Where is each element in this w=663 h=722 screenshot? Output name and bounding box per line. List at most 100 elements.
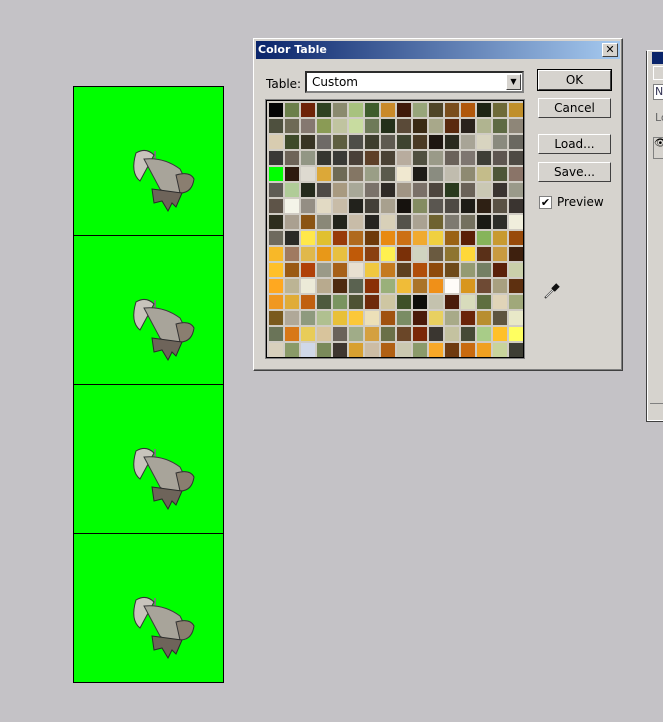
color-swatch[interactable] — [461, 215, 475, 229]
panel-field[interactable]: N — [653, 84, 663, 100]
color-swatch[interactable] — [429, 183, 443, 197]
color-swatch[interactable] — [461, 311, 475, 325]
cancel-button[interactable]: Cancel — [538, 98, 611, 118]
color-swatch[interactable] — [429, 263, 443, 277]
color-swatch[interactable] — [397, 103, 411, 117]
color-swatch[interactable] — [381, 311, 395, 325]
color-swatch[interactable] — [365, 343, 379, 357]
color-swatch[interactable] — [509, 247, 523, 261]
color-swatch[interactable] — [349, 151, 363, 165]
color-swatch-grid[interactable] — [266, 100, 524, 358]
color-swatch[interactable] — [461, 263, 475, 277]
color-swatch[interactable] — [333, 327, 347, 341]
color-swatch[interactable] — [349, 103, 363, 117]
color-swatch[interactable] — [269, 215, 283, 229]
color-swatch[interactable] — [493, 103, 507, 117]
color-swatch[interactable] — [381, 183, 395, 197]
color-swatch[interactable] — [301, 119, 315, 133]
color-swatch[interactable] — [301, 327, 315, 341]
color-swatch[interactable] — [365, 167, 379, 181]
color-swatch[interactable] — [285, 151, 299, 165]
color-swatch[interactable] — [429, 311, 443, 325]
color-swatch[interactable] — [445, 183, 459, 197]
color-swatch[interactable] — [413, 311, 427, 325]
color-swatch[interactable] — [333, 343, 347, 357]
color-swatch[interactable] — [461, 135, 475, 149]
color-swatch[interactable] — [269, 103, 283, 117]
color-swatch[interactable] — [317, 103, 331, 117]
color-swatch[interactable] — [461, 247, 475, 261]
color-swatch[interactable] — [477, 263, 491, 277]
color-swatch[interactable] — [429, 103, 443, 117]
color-swatch[interactable] — [461, 295, 475, 309]
color-swatch[interactable] — [269, 135, 283, 149]
color-swatch[interactable] — [381, 231, 395, 245]
color-swatch[interactable] — [413, 119, 427, 133]
color-swatch[interactable] — [317, 183, 331, 197]
color-swatch[interactable] — [429, 199, 443, 213]
color-swatch[interactable] — [301, 343, 315, 357]
color-swatch[interactable] — [349, 167, 363, 181]
color-swatch[interactable] — [397, 295, 411, 309]
color-swatch[interactable] — [269, 311, 283, 325]
color-swatch[interactable] — [493, 199, 507, 213]
color-swatch[interactable] — [429, 327, 443, 341]
color-swatch[interactable] — [381, 119, 395, 133]
color-swatch[interactable] — [301, 151, 315, 165]
color-swatch[interactable] — [509, 167, 523, 181]
color-swatch[interactable] — [365, 295, 379, 309]
color-swatch[interactable] — [269, 327, 283, 341]
eye-icon[interactable]: 👁 — [653, 137, 663, 159]
color-swatch[interactable] — [397, 311, 411, 325]
color-swatch[interactable] — [317, 231, 331, 245]
color-swatch[interactable] — [509, 151, 523, 165]
color-swatch[interactable] — [285, 327, 299, 341]
color-swatch[interactable] — [413, 295, 427, 309]
color-swatch[interactable] — [301, 199, 315, 213]
color-swatch[interactable] — [461, 231, 475, 245]
color-swatch[interactable] — [381, 167, 395, 181]
color-swatch[interactable] — [445, 279, 459, 293]
color-swatch[interactable] — [397, 247, 411, 261]
color-swatch[interactable] — [477, 311, 491, 325]
color-swatch[interactable] — [333, 247, 347, 261]
color-swatch[interactable] — [285, 119, 299, 133]
color-swatch[interactable] — [429, 295, 443, 309]
color-swatch[interactable] — [461, 183, 475, 197]
color-swatch[interactable] — [413, 215, 427, 229]
color-swatch[interactable] — [333, 311, 347, 325]
color-swatch[interactable] — [413, 167, 427, 181]
color-swatch[interactable] — [333, 135, 347, 149]
color-swatch[interactable] — [269, 167, 283, 181]
color-swatch[interactable] — [333, 183, 347, 197]
color-swatch[interactable] — [349, 231, 363, 245]
color-swatch[interactable] — [477, 103, 491, 117]
color-swatch[interactable] — [381, 279, 395, 293]
color-swatch[interactable] — [381, 263, 395, 277]
color-swatch[interactable] — [445, 311, 459, 325]
color-swatch[interactable] — [333, 103, 347, 117]
color-swatch[interactable] — [477, 231, 491, 245]
color-swatch[interactable] — [429, 215, 443, 229]
color-swatch[interactable] — [349, 311, 363, 325]
color-swatch[interactable] — [493, 135, 507, 149]
color-swatch[interactable] — [509, 215, 523, 229]
color-swatch[interactable] — [397, 343, 411, 357]
color-swatch[interactable] — [397, 231, 411, 245]
color-swatch[interactable] — [461, 327, 475, 341]
color-swatch[interactable] — [365, 247, 379, 261]
color-swatch[interactable] — [333, 199, 347, 213]
color-swatch[interactable] — [333, 119, 347, 133]
color-swatch[interactable] — [349, 343, 363, 357]
color-swatch[interactable] — [509, 263, 523, 277]
color-swatch[interactable] — [493, 327, 507, 341]
color-swatch[interactable] — [461, 151, 475, 165]
color-swatch[interactable] — [269, 199, 283, 213]
color-swatch[interactable] — [477, 151, 491, 165]
color-swatch[interactable] — [301, 263, 315, 277]
color-swatch[interactable] — [317, 247, 331, 261]
color-swatch[interactable] — [301, 311, 315, 325]
color-swatch[interactable] — [365, 199, 379, 213]
color-swatch[interactable] — [349, 119, 363, 133]
color-swatch[interactable] — [301, 167, 315, 181]
